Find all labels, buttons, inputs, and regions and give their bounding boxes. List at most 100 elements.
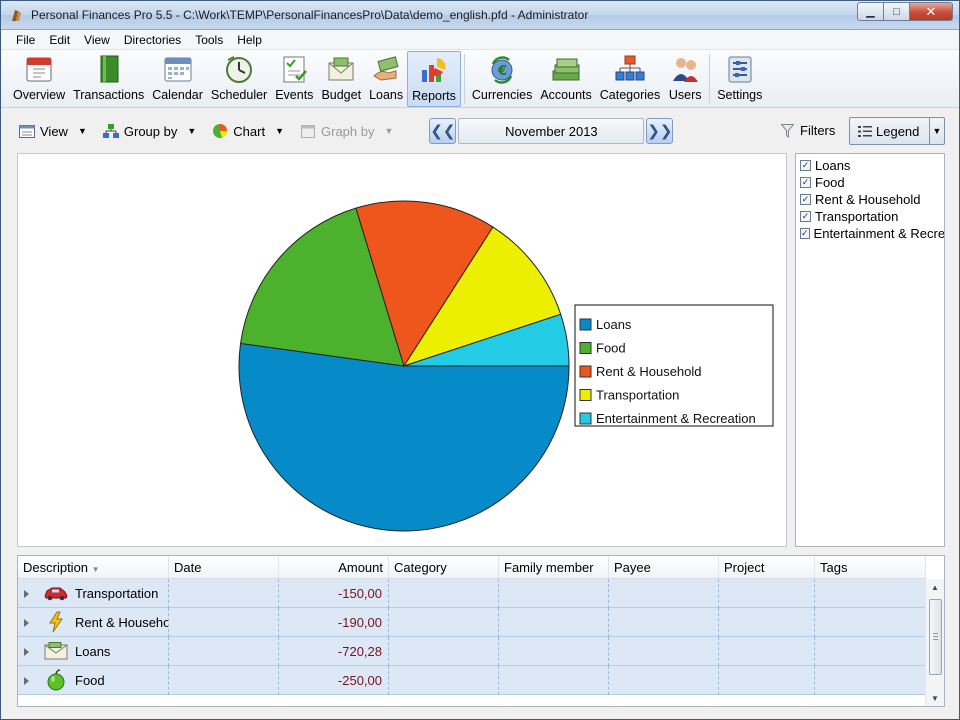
legend-swatch	[579, 412, 592, 425]
column-header-date[interactable]: Date	[169, 556, 279, 579]
legend-filter-item[interactable]: ✓ Rent & Household	[796, 191, 944, 208]
svg-text:€: €	[497, 64, 507, 79]
view-dropdown[interactable]: View ▼	[19, 124, 87, 139]
toolbar-overview-button[interactable]: Overview	[9, 51, 69, 107]
menu-directories[interactable]: Directories	[117, 33, 188, 47]
period-label: November 2013	[505, 123, 598, 139]
apple-icon	[44, 669, 68, 691]
checkbox-checked[interactable]: ✓	[800, 177, 811, 188]
funnel-icon	[781, 123, 794, 138]
toolbar-categories-button[interactable]: Categories	[596, 51, 664, 107]
row-date	[169, 666, 279, 695]
menu-file[interactable]: File	[9, 33, 42, 47]
legend-filter-item[interactable]: ✓ Food	[796, 174, 944, 191]
legend-filter-item[interactable]: ✓Entertainment & Recreation	[796, 225, 944, 242]
legend-toggle-button[interactable]: Legend ▼	[849, 117, 945, 145]
users-icon	[668, 53, 702, 85]
chevron-down-icon[interactable]: ▼	[930, 126, 944, 136]
toolbar-currencies-button[interactable]: € Currencies	[468, 51, 536, 107]
app-logo-icon	[12, 10, 21, 21]
table-row[interactable]: Transportation -150,00	[18, 579, 926, 608]
vertical-scrollbar[interactable]: ▲ ▼	[925, 579, 944, 706]
title-bar: Personal Finances Pro 5.5 - C:\Work\TEMP…	[1, 1, 959, 30]
filters-button[interactable]: Filters	[781, 123, 835, 138]
toolbar-calendar-button[interactable]: Calendar	[148, 51, 207, 107]
column-header-tags[interactable]: Tags	[815, 556, 926, 579]
row-project	[719, 666, 815, 695]
book-icon	[92, 53, 126, 85]
menu-help[interactable]: Help	[230, 33, 269, 47]
toolbar-separator	[463, 54, 465, 104]
lightning-icon	[44, 611, 68, 633]
pie-chart-small-icon	[212, 124, 228, 138]
legend-filter-item[interactable]: ✓ Loans	[796, 157, 944, 174]
table-row[interactable]: Rent & Household -190,00	[18, 608, 926, 637]
legend-label: Entertainment & Recreation	[596, 411, 756, 426]
checkbox-checked[interactable]: ✓	[800, 211, 811, 222]
legend-filter-label: Food	[815, 175, 845, 190]
scroll-down-icon[interactable]: ▼	[926, 690, 944, 706]
column-header-category[interactable]: Category	[389, 556, 499, 579]
scrollbar-thumb[interactable]	[929, 599, 942, 675]
next-period-button[interactable]: ❯❯	[646, 118, 674, 144]
row-family-member	[499, 608, 609, 637]
group-by-dropdown[interactable]: Group by ▼	[102, 123, 197, 139]
table-row[interactable]: Food -250,00	[18, 666, 926, 695]
close-button[interactable]: ✕	[910, 2, 953, 21]
row-project	[719, 637, 815, 666]
legend-swatch	[579, 318, 592, 331]
main-toolbar: Overview Transactions Calendar Scheduler…	[1, 50, 959, 108]
toolbar-transactions-button[interactable]: Transactions	[69, 51, 148, 107]
column-header-amount[interactable]: Amount	[279, 556, 389, 579]
toolbar-label: Scheduler	[210, 88, 268, 102]
pie-slice-loans[interactable]	[238, 342, 570, 532]
legend-label: Transportation	[596, 388, 679, 403]
toolbar-label: Reports	[412, 89, 456, 103]
toolbar-events-button[interactable]: Events	[271, 51, 317, 107]
legend-filter-panel: ✓ Loans ✓ Food ✓ Rent & Household ✓ Transpor…	[795, 153, 945, 547]
previous-period-button[interactable]: ❮❮	[429, 118, 457, 144]
row-project	[719, 608, 815, 637]
chevron-down-icon: ▼	[187, 126, 197, 136]
row-amount: -720,28	[279, 637, 389, 666]
legend-label: Legend	[876, 123, 920, 139]
legend-label: Food	[596, 341, 626, 356]
menu-tools[interactable]: Tools	[188, 33, 230, 47]
scroll-up-icon[interactable]: ▲	[926, 579, 944, 596]
toolbar-budget-button[interactable]: Budget	[317, 51, 365, 107]
row-amount: -250,00	[279, 666, 389, 695]
legend-filter-label: Transportation	[815, 209, 899, 224]
table-row[interactable]: Loans -720,28	[18, 637, 926, 666]
column-header-description[interactable]: Description ▼	[18, 556, 169, 579]
menu-view[interactable]: View	[77, 33, 117, 47]
toolbar-settings-button[interactable]: Settings	[713, 51, 766, 107]
checkbox-checked[interactable]: ✓	[800, 228, 810, 239]
checkbox-checked[interactable]: ✓	[800, 194, 811, 205]
toolbar-users-button[interactable]: Users	[664, 51, 706, 107]
maximize-button[interactable]: □	[884, 2, 910, 21]
graph-by-dropdown[interactable]: Graph by ▼	[300, 124, 393, 139]
group-by-label: Group by	[123, 123, 178, 139]
legend-swatch	[579, 389, 592, 401]
column-header-family-member[interactable]: Family member	[499, 556, 609, 579]
toolbar-scheduler-button[interactable]: Scheduler	[207, 51, 271, 107]
column-header-payee[interactable]: Payee	[609, 556, 719, 579]
chart-dropdown[interactable]: Chart ▼	[212, 124, 284, 139]
toolbar-reports-button[interactable]: Reports	[407, 51, 461, 107]
toolbar-accounts-button[interactable]: Accounts	[536, 51, 595, 107]
legend-filter-item[interactable]: ✓ Transportation	[796, 208, 944, 225]
checkbox-checked[interactable]: ✓	[800, 160, 811, 171]
minimize-button[interactable]: ▁	[857, 2, 884, 21]
menu-edit[interactable]: Edit	[42, 33, 77, 47]
period-selector[interactable]: November 2013	[458, 118, 645, 144]
row-date	[169, 579, 279, 608]
report-toolbar: View ▼ Group by ▼ Chart ▼ Graph by ▼ ❮❮ …	[1, 109, 959, 153]
toolbar-label: Loans	[369, 88, 404, 102]
row-description: Food	[75, 673, 105, 688]
car-icon	[44, 582, 68, 604]
row-amount: -150,00	[279, 579, 389, 608]
column-header-project[interactable]: Project	[719, 556, 815, 579]
toolbar-label: Accounts	[540, 88, 592, 102]
list-icon	[858, 125, 872, 138]
toolbar-loans-button[interactable]: Loans	[365, 51, 407, 107]
